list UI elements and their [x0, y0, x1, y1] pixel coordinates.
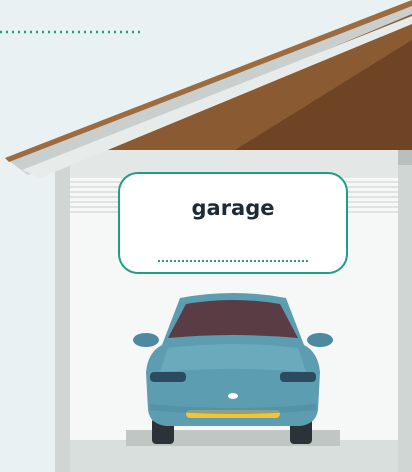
left-mirror	[133, 333, 159, 347]
right-headlight	[280, 372, 316, 382]
vocabulary-word: garage	[191, 196, 275, 220]
left-headlight	[150, 372, 186, 382]
right-mirror	[307, 333, 333, 347]
windshield	[168, 300, 298, 338]
left-pillar	[55, 165, 70, 472]
right-pillar	[398, 165, 412, 472]
answer-dotted-line	[158, 260, 308, 262]
car-emblem	[228, 393, 238, 399]
vocabulary-card: garage	[118, 172, 348, 274]
